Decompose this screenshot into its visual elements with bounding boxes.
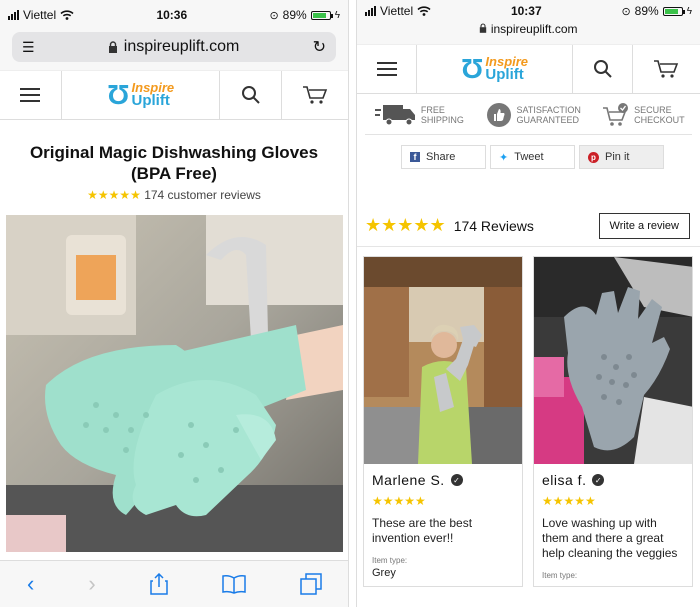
write-review-button[interactable]: Write a review: [598, 212, 690, 239]
cart-icon: [654, 60, 679, 78]
reviewer-name: Marlene S. ✓: [372, 472, 514, 488]
logo-u-icon: Ʊ: [107, 79, 130, 110]
reviewer-name: elisa f. ✓: [542, 472, 684, 488]
pinterest-share-button[interactable]: p Pin it: [579, 145, 664, 169]
site-logo[interactable]: Ʊ Inspire Uplift: [62, 71, 221, 119]
reload-icon[interactable]: ↻: [313, 37, 326, 57]
reviews-count: 174 Reviews: [453, 217, 534, 234]
clock: 10:36: [156, 8, 188, 22]
safari-toolbar: ‹ ›: [0, 560, 348, 607]
lock-icon: [108, 41, 117, 53]
search-button[interactable]: [573, 45, 633, 93]
url-field[interactable]: ☰ inspireuplift.com ↻: [12, 32, 336, 62]
back-icon[interactable]: ‹: [27, 571, 34, 597]
menu-button[interactable]: [0, 71, 62, 119]
product-rating[interactable]: ★★★★★ 174 customer reviews: [0, 188, 348, 202]
verified-check-icon: ✓: [450, 474, 463, 486]
review-stars: ★★★★★: [542, 494, 596, 508]
review-text: Love washing up with them and there a gr…: [542, 516, 678, 560]
trust-secure-checkout: SECURE CHECKOUT: [602, 102, 685, 128]
cart-button[interactable]: [633, 45, 699, 93]
orientation-lock-icon: ⊙: [269, 9, 279, 22]
tabs-icon[interactable]: [300, 573, 322, 595]
logo-text-uplift: Uplift: [485, 66, 524, 84]
carrier-name: Viettel: [380, 4, 414, 18]
facebook-share-button[interactable]: f Share: [401, 145, 486, 169]
browser-address-bar[interactable]: inspireuplift.com: [357, 22, 700, 44]
forward-icon[interactable]: ›: [88, 571, 95, 597]
carrier-name: Viettel: [23, 8, 57, 22]
battery-icon: [310, 10, 333, 20]
social-share: f Share ✦ Tweet p Pin it: [365, 134, 692, 169]
status-bar: Viettel 10:36 ⊙ 89% ϟ: [0, 0, 348, 30]
battery-percent: 89%: [634, 4, 659, 18]
hamburger-icon: [20, 84, 41, 106]
trust-satisfaction: SATISFACTION GUARANTEED: [486, 102, 581, 128]
review-count: 174 customer reviews: [144, 188, 261, 202]
product-title: Original Magic Dishwashing Gloves (BPA F…: [29, 143, 319, 183]
item-type-label: Item type:: [542, 571, 578, 580]
hamburger-icon: [376, 58, 397, 80]
lock-icon: [480, 23, 487, 33]
item-type-value: Grey: [372, 567, 396, 579]
menu-button[interactable]: [357, 45, 417, 93]
truck-icon: [374, 105, 415, 126]
trust-badges: FREE SHIPPING SATISFACTION GUARANTEED SE…: [357, 94, 700, 134]
review-text: These are the best invention ever!!: [372, 516, 473, 545]
product-image[interactable]: [6, 215, 343, 552]
reader-mode-icon[interactable]: ☰: [22, 39, 35, 56]
verified-check-icon: ✓: [592, 474, 605, 486]
search-button[interactable]: [220, 71, 283, 119]
battery-icon: [662, 6, 685, 16]
charging-icon: ϟ: [686, 5, 692, 17]
clock: 10:37: [510, 4, 542, 18]
review-cards: Marlene S. ✓ ★★★★★ These are the best in…: [363, 256, 693, 587]
item-type-label: Item type:: [372, 556, 408, 565]
wifi-icon: [60, 10, 74, 20]
cart-button[interactable]: [282, 71, 348, 119]
bookmarks-icon[interactable]: [222, 574, 246, 594]
review-stars: ★★★★★: [372, 494, 426, 508]
orientation-lock-icon: ⊙: [621, 5, 631, 18]
twitter-icon: ✦: [499, 151, 509, 164]
signal-icon: [365, 6, 376, 16]
search-icon: [241, 86, 260, 104]
left-phone-screen: Viettel 10:36 ⊙ 89% ϟ ☰ inspireuplift.co…: [0, 0, 349, 607]
cart-icon: [303, 86, 328, 104]
battery-percent: 89%: [282, 8, 307, 22]
status-bar: Viettel 10:37 ⊙ 89% ϟ: [357, 0, 700, 22]
site-header: Ʊ Inspire Uplift: [0, 70, 348, 120]
rating-stars: ★★★★★: [87, 188, 141, 202]
facebook-icon: f: [410, 152, 420, 162]
site-header: Ʊ Inspire Uplift: [357, 44, 700, 94]
pinterest-icon: p: [588, 151, 599, 163]
review-card[interactable]: Marlene S. ✓ ★★★★★ These are the best in…: [363, 256, 523, 587]
share-icon[interactable]: [150, 573, 168, 595]
url-text: inspireuplift.com: [490, 22, 578, 36]
url-text: inspireuplift.com: [123, 38, 240, 55]
twitter-share-button[interactable]: ✦ Tweet: [490, 145, 575, 169]
browser-address-bar: ☰ inspireuplift.com ↻: [0, 30, 348, 70]
logo-u-icon: Ʊ: [460, 53, 484, 84]
search-icon: [593, 60, 612, 78]
charging-icon: ϟ: [334, 9, 340, 21]
cart-check-icon: [603, 103, 629, 126]
review-photo[interactable]: [364, 257, 522, 464]
logo-text-uplift: Uplift: [131, 92, 170, 110]
trust-free-shipping: FREE SHIPPING: [374, 103, 464, 127]
review-photo[interactable]: [534, 257, 692, 464]
signal-icon: [8, 10, 19, 20]
reviews-header: ★★★★★ 174 Reviews Write a review: [357, 205, 700, 247]
thumbs-up-icon: [487, 103, 512, 127]
right-phone-screen: Viettel 10:37 ⊙ 89% ϟ inspireuplift.com …: [356, 0, 700, 607]
wifi-icon: [417, 6, 431, 16]
site-logo[interactable]: Ʊ Inspire Uplift: [417, 45, 573, 93]
reviews-summary-stars: ★★★★★: [365, 215, 446, 235]
review-card[interactable]: elisa f. ✓ ★★★★★ Love washing up with th…: [533, 256, 693, 587]
